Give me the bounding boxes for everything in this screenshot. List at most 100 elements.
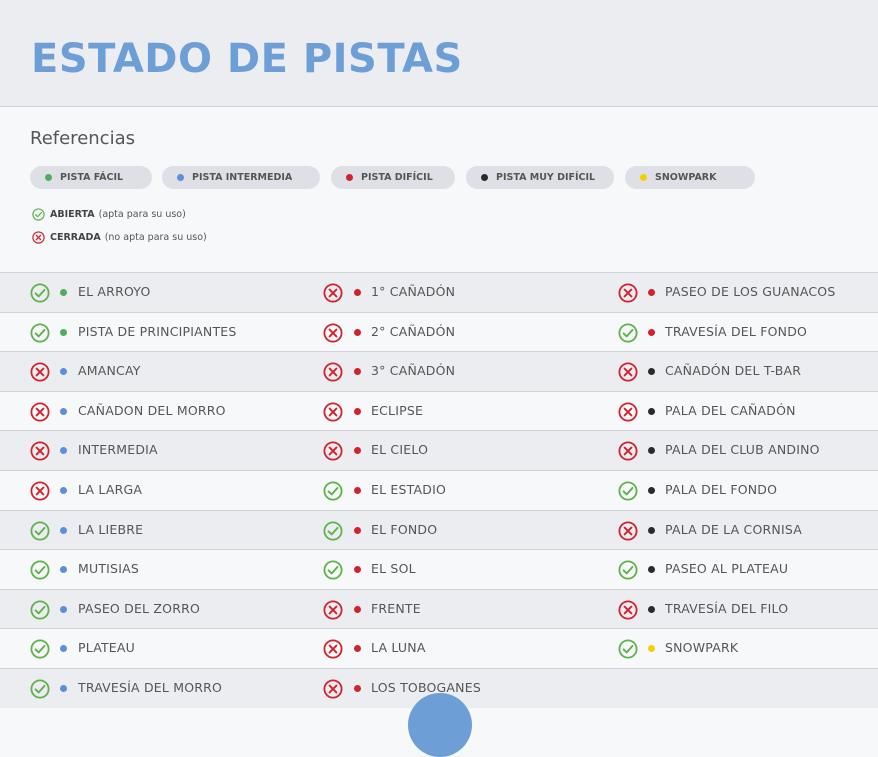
run-name: ECLIPSE [371, 402, 424, 418]
check-circle-icon [618, 560, 638, 580]
run-name: LA LARGA [78, 481, 143, 497]
status-open-label: ABIERTA [50, 208, 95, 220]
status-legend-closed: CERRADA (no apta para su uso) [32, 230, 207, 244]
x-circle-icon [618, 600, 638, 620]
run-name: EL SOL [371, 561, 416, 577]
run-name: CAÑADÓN DEL T-BAR [665, 363, 802, 379]
legend-pill-dificil: PISTA DIFÍCIL [331, 166, 455, 189]
run-name: LA LUNA [371, 640, 426, 656]
level-dot-icon [354, 645, 361, 653]
run-name: PALA DEL FONDO [665, 481, 778, 497]
status-closed-note: (no apta para su uso) [104, 231, 207, 243]
run-row: MUTISIAS EL SOL PASEO AL PLATEAU [0, 549, 878, 589]
level-dot-icon [648, 447, 655, 455]
check-circle-icon [618, 639, 638, 659]
check-circle-icon [618, 481, 638, 501]
run-name: PALA DEL CAÑADÓN [665, 402, 796, 418]
legend-label: SNOWPARK [655, 172, 717, 183]
level-dot-icon [60, 447, 67, 455]
run-name: 3° CAÑADÓN [371, 363, 456, 379]
check-circle-icon [30, 600, 50, 620]
page-title: ESTADO DE PISTAS [31, 36, 463, 82]
run-row: PLATEAU LA LUNA SNOWPARK [0, 628, 878, 668]
legend-label: PISTA INTERMEDIA [192, 172, 293, 183]
legend-label: PISTA FÁCIL [60, 172, 124, 183]
run-name: PLATEAU [78, 640, 136, 656]
run-name: MUTISIAS [78, 561, 139, 577]
x-circle-icon [30, 402, 50, 422]
check-circle-icon [323, 560, 343, 580]
references-title: Referencias [30, 128, 135, 149]
level-dot-icon [346, 174, 353, 181]
level-dot-icon [60, 486, 67, 494]
level-dot-icon [648, 486, 655, 494]
run-name: PASEO DE LOS GUANACOS [665, 284, 836, 299]
level-dot-icon [60, 289, 67, 296]
x-circle-icon [30, 441, 50, 461]
level-dot-icon [354, 447, 361, 455]
level-dot-icon [648, 645, 655, 653]
check-circle-icon [30, 323, 50, 343]
level-dot-icon [648, 566, 655, 574]
x-circle-icon [323, 323, 343, 343]
level-dot-icon [648, 407, 655, 415]
run-name: 1° CAÑADÓN [371, 284, 456, 299]
run-row: CAÑADON DEL MORRO ECLIPSE PALA DEL CAÑADÓN [0, 390, 878, 431]
legend-pill-intermedia: PISTA INTERMEDIA [162, 166, 320, 189]
level-dot-icon [354, 566, 361, 574]
level-dot-icon [45, 174, 52, 181]
run-row: PASEO DEL ZORRO FRENTE TRAVESÍA DEL FILO [0, 588, 878, 629]
legend-label: PISTA MUY DIFÍCIL [496, 172, 596, 183]
run-name: PISTA DE PRINCIPIANTES [78, 323, 237, 339]
run-row: LA LARGA EL ESTADIO PALA DEL FONDO [0, 469, 878, 510]
check-circle-icon [618, 323, 638, 343]
level-dot-icon [648, 328, 655, 336]
run-row: LA LIEBRE EL FONDO PALA DE LA CORNISA [0, 509, 878, 550]
run-name: LA LIEBRE [78, 521, 144, 537]
legend-label: PISTA DIFÍCIL [361, 172, 433, 183]
status-legend-open: ABIERTA (apta para su uso) [32, 207, 186, 221]
check-circle-icon [30, 283, 50, 303]
level-dot-icon [60, 605, 67, 613]
level-dot-icon [648, 605, 655, 613]
run-row: INTERMEDIA EL CIELO PALA DEL CLUB ANDINO [0, 430, 878, 470]
level-dot-icon [354, 486, 361, 494]
level-dot-icon [648, 526, 655, 534]
status-closed-label: CERRADA [50, 231, 101, 243]
level-dot-icon [177, 174, 184, 181]
run-name: PASEO DEL ZORRO [78, 600, 201, 616]
run-row: PISTA DE PRINCIPIANTES 2° CAÑADÓN TRAVESÍA… [0, 311, 878, 352]
scroll-to-top-button[interactable] [408, 693, 472, 757]
x-circle-icon [323, 362, 343, 382]
run-name: EL ARROYO [78, 284, 151, 299]
x-circle-icon [323, 402, 343, 422]
run-name: TRAVESÍA DEL FILO [665, 600, 789, 616]
x-circle-icon [323, 283, 343, 303]
level-dot-icon [60, 328, 67, 336]
level-dot-icon [354, 684, 361, 692]
level-dot-icon [354, 368, 361, 376]
x-circle-icon [618, 441, 638, 461]
level-dot-icon [481, 174, 488, 181]
runs-table: EL ARROYO 1° CAÑADÓN PASEO DE LOS GUANACOS… [0, 272, 878, 708]
level-dot-icon [354, 289, 361, 296]
run-name: PALA DEL CLUB ANDINO [665, 442, 820, 458]
check-circle-icon [32, 207, 45, 221]
run-name: EL FONDO [371, 521, 438, 537]
level-dot-icon [648, 289, 655, 296]
level-dot-icon [354, 407, 361, 415]
level-dot-icon [60, 684, 67, 692]
run-name: TRAVESÍA DEL FONDO [665, 323, 808, 339]
x-circle-icon [323, 679, 343, 699]
legend-pill-snowpark: SNOWPARK [625, 166, 755, 189]
level-dot-icon [354, 605, 361, 613]
run-name: EL ESTADIO [371, 481, 447, 497]
run-name: LOS TOBOGANES [371, 679, 481, 695]
run-name: PASEO AL PLATEAU [665, 561, 789, 577]
run-name: 2° CAÑADÓN [371, 323, 456, 339]
level-dot-icon [648, 368, 655, 376]
check-circle-icon [30, 521, 50, 541]
x-circle-icon [618, 402, 638, 422]
level-dot-icon [60, 566, 67, 574]
x-circle-icon [30, 481, 50, 501]
